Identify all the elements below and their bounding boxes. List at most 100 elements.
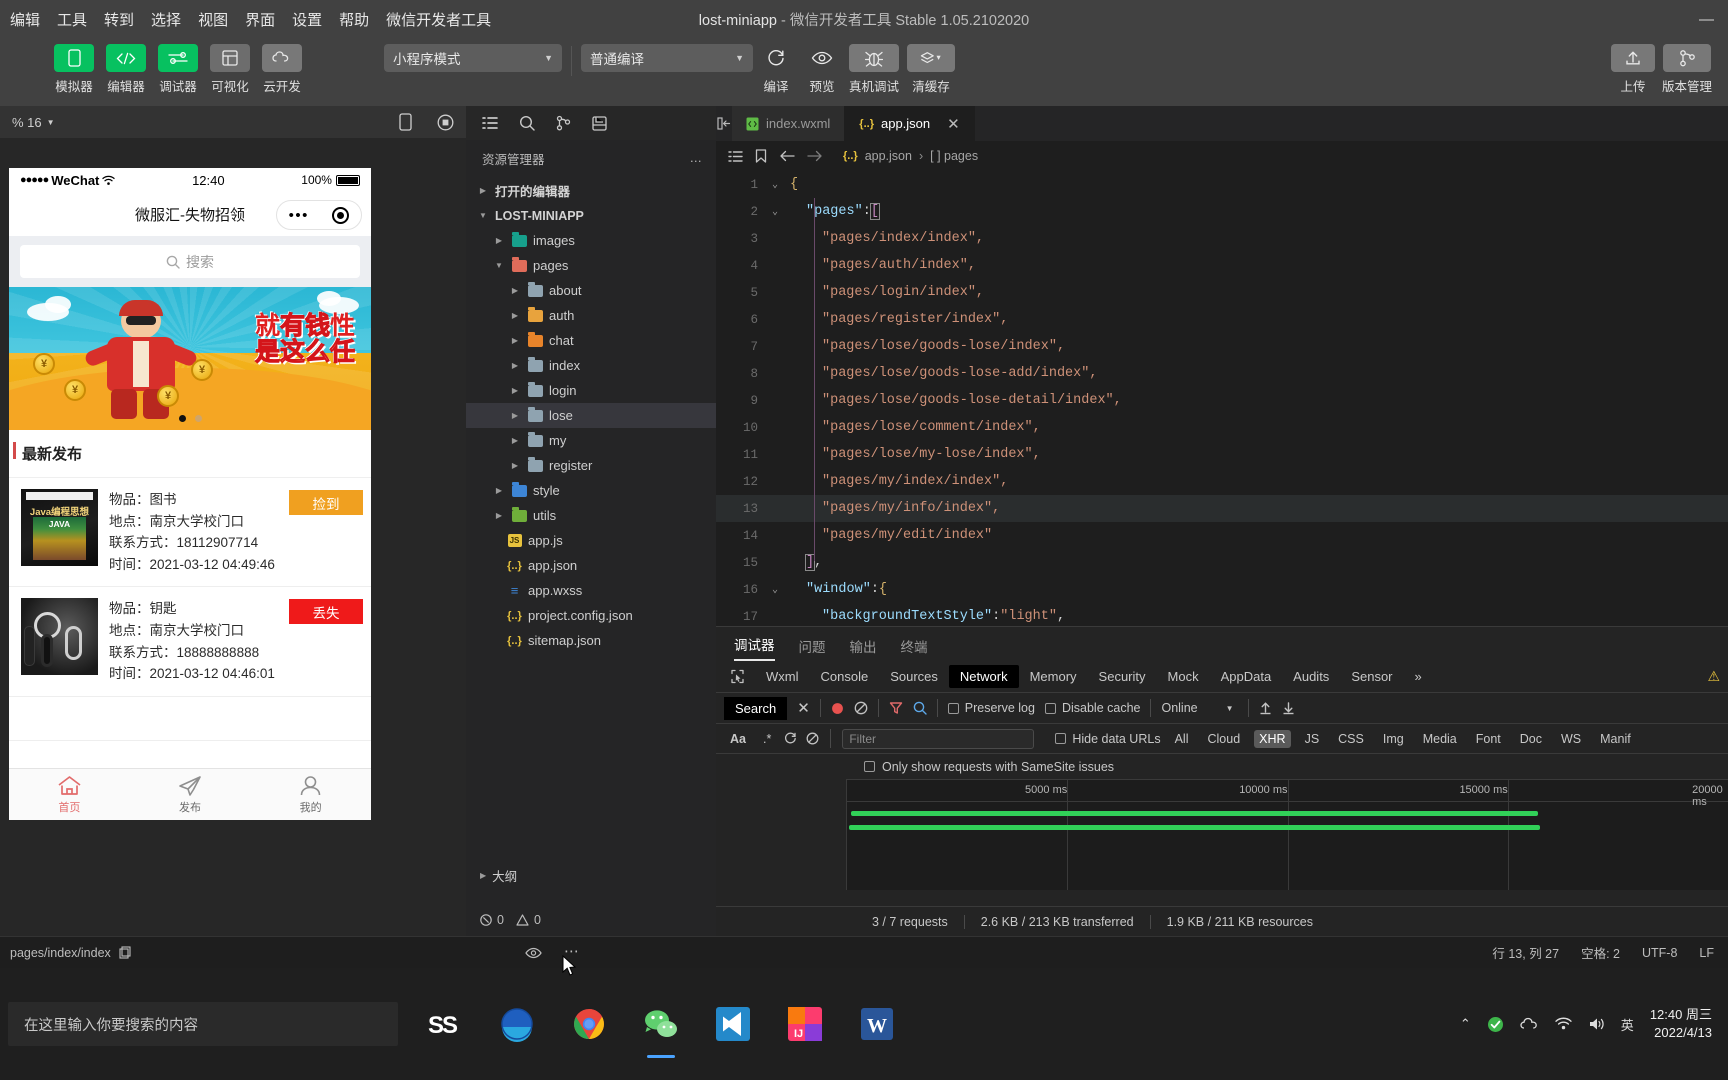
- eye-icon[interactable]: [525, 947, 542, 959]
- search-icon[interactable]: [519, 115, 535, 131]
- tray-expand-icon[interactable]: ⌃: [1460, 1016, 1471, 1032]
- request-bar[interactable]: [851, 811, 1538, 816]
- refresh-icon[interactable]: [784, 732, 797, 745]
- tree-item-app-js[interactable]: JS app.js: [466, 528, 716, 553]
- taskbar-wechat-devtools-icon[interactable]: [636, 999, 686, 1049]
- menu-item-goto[interactable]: 转到: [104, 9, 134, 30]
- tree-item-lose[interactable]: ▶ lose: [466, 403, 716, 428]
- code-area[interactable]: 1 ⌄ { 2 ⌄ "pages":[ 3 "pages/index/index…: [716, 171, 1728, 630]
- toolbar-button-upload[interactable]: 上传: [1610, 44, 1656, 95]
- filter-input[interactable]: Filter: [842, 729, 1034, 749]
- regex-icon[interactable]: .*: [759, 732, 775, 746]
- tree-item-app-wxss[interactable]: ≡ app.wxss: [466, 578, 716, 603]
- forward-icon[interactable]: [807, 150, 823, 162]
- tree-item-project-config[interactable]: {..} project.config.json: [466, 603, 716, 628]
- filter-type-xhr[interactable]: XHR: [1254, 730, 1290, 748]
- panel-tab-output[interactable]: 输出: [850, 636, 877, 661]
- tray-volume-icon[interactable]: [1588, 1017, 1605, 1031]
- devtab-console[interactable]: Console: [810, 665, 880, 688]
- filter-type-ws[interactable]: WS: [1556, 730, 1586, 748]
- clear-network-icon[interactable]: [854, 701, 868, 715]
- filter-type-manifest[interactable]: Manif: [1595, 730, 1636, 748]
- close-search-icon[interactable]: ✕: [797, 699, 810, 717]
- save-icon[interactable]: [592, 116, 607, 131]
- tree-item-chat[interactable]: ▶ chat: [466, 328, 716, 353]
- filter-type-all[interactable]: All: [1170, 730, 1194, 748]
- banner-dots[interactable]: [9, 415, 371, 422]
- tree-item-index[interactable]: ▶ index: [466, 353, 716, 378]
- tray-network-icon[interactable]: [1555, 1017, 1572, 1031]
- tree-item-style[interactable]: ▶ style: [466, 478, 716, 503]
- record-icon[interactable]: [437, 114, 454, 131]
- toolbar-button-version[interactable]: 版本管理: [1656, 44, 1718, 95]
- devtab-more[interactable]: »: [1404, 665, 1433, 688]
- promo-banner[interactable]: ¥ ¥ ¥ ¥ 就有钱性 是这么任: [9, 287, 371, 430]
- menu-item-devtools[interactable]: 微信开发者工具: [386, 9, 491, 30]
- warning-badge-icon[interactable]: ⚠: [1707, 668, 1728, 685]
- devtab-appdata[interactable]: AppData: [1210, 665, 1283, 688]
- source-control-icon[interactable]: [556, 115, 571, 131]
- list-icon[interactable]: [728, 150, 743, 163]
- tray-security-icon[interactable]: [1487, 1016, 1504, 1033]
- filter-type-js[interactable]: JS: [1300, 730, 1325, 748]
- menu-item-view[interactable]: 视图: [198, 9, 228, 30]
- close-target-icon[interactable]: [332, 207, 349, 224]
- toolbar-button-cloud[interactable]: 云开发: [256, 44, 308, 95]
- toolbar-button-visual[interactable]: 可视化: [204, 44, 256, 95]
- panel-tab-problems[interactable]: 问题: [799, 636, 826, 661]
- filter-type-css[interactable]: CSS: [1333, 730, 1369, 748]
- outline-section[interactable]: ▶ 大纲: [466, 862, 716, 888]
- toolbar-button-editor[interactable]: 编辑器: [100, 44, 152, 95]
- tabbar-item-home[interactable]: 首页: [9, 769, 130, 820]
- explorer-more-icon[interactable]: …: [690, 151, 703, 165]
- compile-select[interactable]: 普通编译 ▼: [581, 44, 753, 72]
- import-har-icon[interactable]: [1259, 701, 1272, 715]
- filter-type-media[interactable]: Media: [1418, 730, 1462, 748]
- throttle-select[interactable]: Online ▼: [1161, 701, 1233, 715]
- bookmark-icon[interactable]: [755, 149, 767, 163]
- toolbar-button-realdevice[interactable]: 真机调试: [845, 44, 903, 95]
- menu-item-select[interactable]: 选择: [151, 9, 181, 30]
- back-icon[interactable]: [779, 150, 795, 162]
- panel-tab-debugger[interactable]: 调试器: [734, 634, 775, 661]
- tray-language[interactable]: 英: [1621, 1015, 1634, 1034]
- disable-cache-checkbox[interactable]: Disable cache: [1045, 701, 1141, 715]
- request-bar[interactable]: [849, 825, 1541, 830]
- filter-type-img[interactable]: Img: [1378, 730, 1409, 748]
- toolbar-button-compile[interactable]: 编译: [753, 44, 799, 95]
- mode-select[interactable]: 小程序模式 ▼: [384, 44, 562, 72]
- devtab-security[interactable]: Security: [1088, 665, 1157, 688]
- panel-tab-terminal[interactable]: 终端: [901, 636, 928, 661]
- menu-item-settings[interactable]: 设置: [292, 9, 322, 30]
- hide-data-urls-checkbox[interactable]: Hide data URLs: [1055, 732, 1160, 746]
- devtab-network[interactable]: Network: [949, 665, 1019, 688]
- status-indent[interactable]: 空格: 2: [1581, 943, 1620, 962]
- tree-item-app-json[interactable]: {..} app.json: [466, 553, 716, 578]
- tree-item-auth[interactable]: ▶ auth: [466, 303, 716, 328]
- wechat-capsule[interactable]: •••: [276, 200, 362, 230]
- editor-tab-app-json[interactable]: {..} app.json ✕: [845, 106, 974, 141]
- banner-dot-2[interactable]: [195, 415, 202, 422]
- fold-chevron-icon[interactable]: ⌄: [764, 584, 786, 596]
- warning-count[interactable]: 0: [516, 913, 541, 927]
- list-item[interactable]: Java编程思想 物品：图书 地点：南京大学校门口 联系方式：181129077…: [9, 478, 371, 587]
- close-icon[interactable]: ✕: [947, 115, 960, 133]
- clear-filter-icon[interactable]: [806, 732, 819, 745]
- tree-item-login[interactable]: ▶ login: [466, 378, 716, 403]
- tray-cloud-icon[interactable]: [1520, 1017, 1539, 1031]
- match-case-icon[interactable]: Aa: [726, 732, 750, 746]
- preserve-log-checkbox[interactable]: Preserve log: [948, 701, 1035, 715]
- device-icon[interactable]: [399, 113, 412, 131]
- record-button-icon[interactable]: [831, 702, 844, 715]
- menu-item-interface[interactable]: 界面: [245, 9, 275, 30]
- filter-type-cloud[interactable]: Cloud: [1202, 730, 1245, 748]
- taskbar-smss-icon[interactable]: SS: [420, 999, 470, 1049]
- devtab-mock[interactable]: Mock: [1157, 665, 1210, 688]
- status-eol[interactable]: LF: [1699, 946, 1714, 960]
- checkbox-icon[interactable]: [864, 761, 875, 772]
- status-path[interactable]: pages/index/index: [0, 946, 131, 960]
- taskbar-chrome-icon[interactable]: [564, 999, 614, 1049]
- split-editor-icon[interactable]: [716, 106, 732, 141]
- filter-type-doc[interactable]: Doc: [1515, 730, 1547, 748]
- export-har-icon[interactable]: [1282, 701, 1295, 715]
